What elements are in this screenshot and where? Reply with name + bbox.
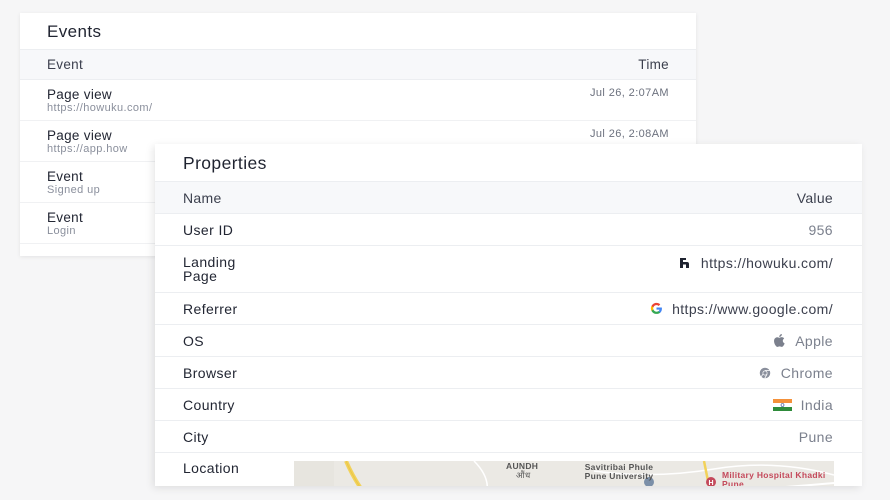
property-value-browser: Chrome [758,365,833,381]
event-detail: https://howuku.com/ [47,102,153,114]
property-row-country: Country India [155,389,862,421]
country-name: India [800,396,833,413]
property-value-city: Pune [798,428,833,445]
properties-column-name: Name [183,189,222,206]
property-value-user-id: 956 [808,221,833,238]
location-map[interactable]: H AUNDH औंध Savitribai Phule Pune Univer… [294,461,834,486]
property-row-landing-page: Landing Page https://howuku.com/ [155,246,862,293]
events-table-header: Event Time [20,49,696,80]
event-name: Page view [47,128,112,143]
properties-title: Properties [183,153,267,173]
event-row[interactable]: Page view https://howuku.com/ Jul 26, 2:… [20,80,696,121]
property-name: OS [183,332,205,349]
property-value-referrer: https://www.google.com/ [649,301,833,317]
property-name: Referrer [183,300,238,317]
svg-text:H: H [709,480,714,486]
property-row-user-id: User ID 956 [155,214,862,246]
event-time: Jul 26, 2:08AM [590,128,669,140]
properties-column-value: Value [796,189,833,206]
os-name: Apple [795,332,833,349]
property-value-landing-page: https://howuku.com/ [678,255,833,271]
howuku-logo-icon [678,256,692,270]
property-value-os: Apple [772,333,833,349]
property-value-country: India [772,396,833,413]
events-column-event: Event [47,57,84,72]
event-time: Jul 26, 2:07AM [590,87,669,99]
property-row-referrer: Referrer https://www.google.com/ [155,293,862,325]
browser-name: Chrome [780,364,833,381]
apple-logo-icon [772,334,786,348]
property-name: City [183,428,209,445]
properties-card: Properties Name Value User ID 956 Landin… [155,144,862,486]
property-name: Browser [183,364,238,381]
chrome-logo-icon [758,366,772,380]
property-name: Landing Page [183,254,236,284]
property-name: Country [183,396,235,413]
landing-page-url[interactable]: https://howuku.com/ [701,255,833,271]
properties-table-header: Name Value [155,181,862,214]
property-row-city: City Pune [155,421,862,453]
map-label-hospital: Military Hospital Khadki Pune [722,470,826,487]
property-row-browser: Browser Chrome [155,357,862,389]
google-logo-icon [649,302,663,316]
india-flag-icon [772,398,792,412]
referrer-url[interactable]: https://www.google.com/ [672,301,833,317]
events-title: Events [47,22,102,41]
events-column-time: Time [638,57,669,72]
event-name: Page view [47,87,112,102]
property-name: Location [183,460,240,476]
property-row-os: OS Apple [155,325,862,357]
map-label-university: Savitribai Phule Pune University [584,462,654,481]
property-row-location: Location H AUNDH औंध Savitribai Phule Pu… [155,453,862,486]
map-label-area-local: औंध [516,470,531,480]
property-name: User ID [183,221,234,238]
